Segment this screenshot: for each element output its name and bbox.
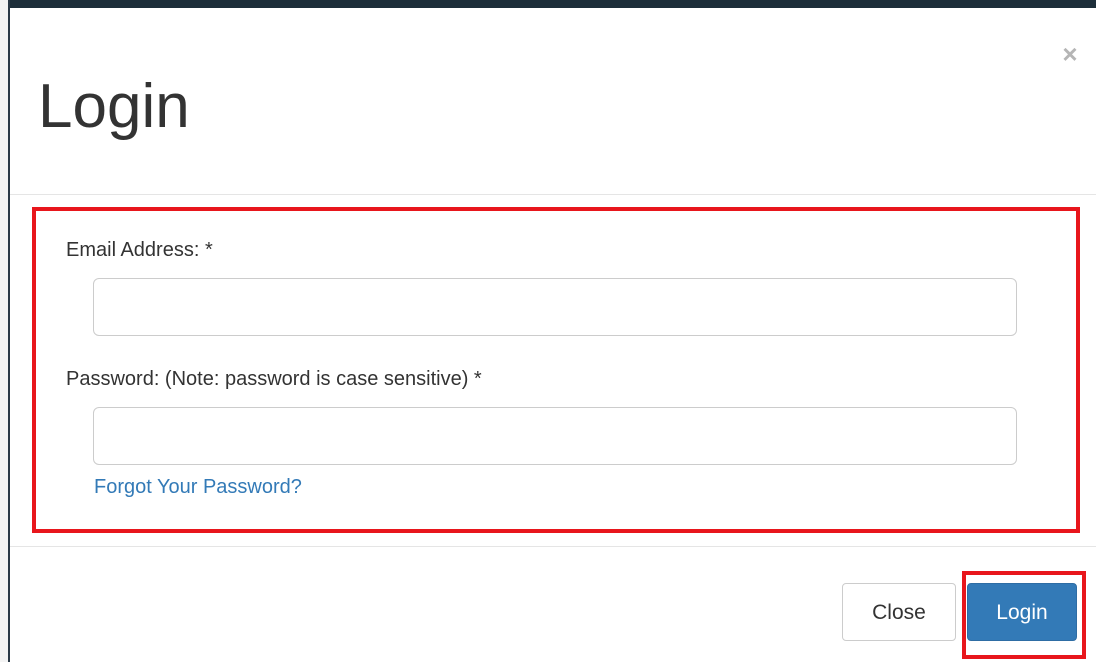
password-label: Password: (Note: password is case sensit… <box>66 368 482 390</box>
background-page-edge-left <box>0 0 10 662</box>
close-button[interactable]: Close <box>842 583 956 641</box>
email-field[interactable] <box>93 278 1017 336</box>
close-icon[interactable]: × <box>1058 41 1082 67</box>
background-page-edge-top <box>0 0 1096 8</box>
forgot-password-link[interactable]: Forgot Your Password? <box>94 476 302 499</box>
email-label: Email Address: * <box>66 239 213 261</box>
modal-footer: Close Login <box>10 546 1096 663</box>
login-modal: Login × Email Address: * Password: (Note… <box>10 8 1096 662</box>
modal-header: Login × <box>10 8 1096 195</box>
modal-body: Email Address: * Password: (Note: passwo… <box>10 195 1096 545</box>
password-field[interactable] <box>93 407 1017 465</box>
login-button[interactable]: Login <box>967 583 1077 641</box>
modal-title: Login <box>38 72 190 141</box>
